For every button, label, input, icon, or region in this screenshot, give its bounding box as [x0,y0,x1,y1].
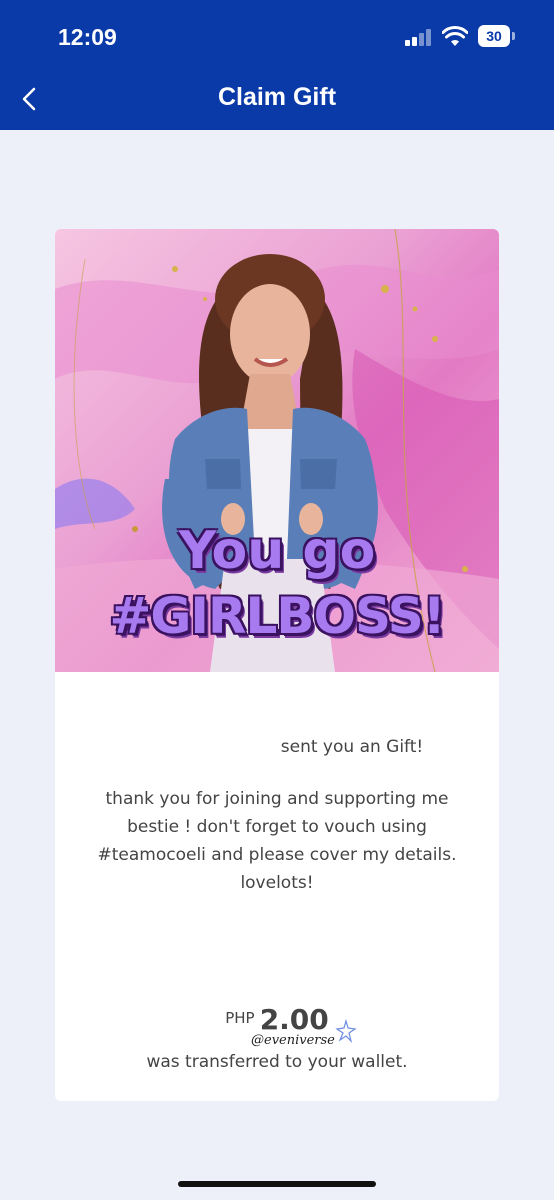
star-doodle-icon [335,1019,357,1043]
transfer-text: was transferred to your wallet. [146,1052,408,1072]
page-title: Claim Gift [217,83,337,111]
wifi-icon [442,26,468,46]
amount-value: 2.00 [259,1003,329,1036]
status-bar: 12:09 30 [0,0,554,70]
app-header: 12:09 30 Claim Gift [0,0,554,130]
watermark-text: @eveniverse [251,1033,335,1048]
banner-headline-line2: #GIRLBOSS! [109,587,445,645]
home-indicator[interactable] [178,1181,376,1187]
gift-banner-image: You go #GIRLBOSS! [55,229,499,672]
battery-cap [512,32,515,40]
status-time: 12:09 [58,24,117,50]
currency-label: PHP [225,1009,255,1027]
sender-text: sent you an Gift! [280,737,424,757]
gift-card: You go #GIRLBOSS! sent you an Gift! than… [55,229,499,1101]
battery-icon: 30 [478,25,510,47]
cellular-signal-icon [405,29,433,46]
gift-message: thank you for joining and supporting me … [97,789,457,893]
banner-headline-line1: You go [178,521,376,581]
gift-amount: PHP 2.00 [55,1003,499,1036]
